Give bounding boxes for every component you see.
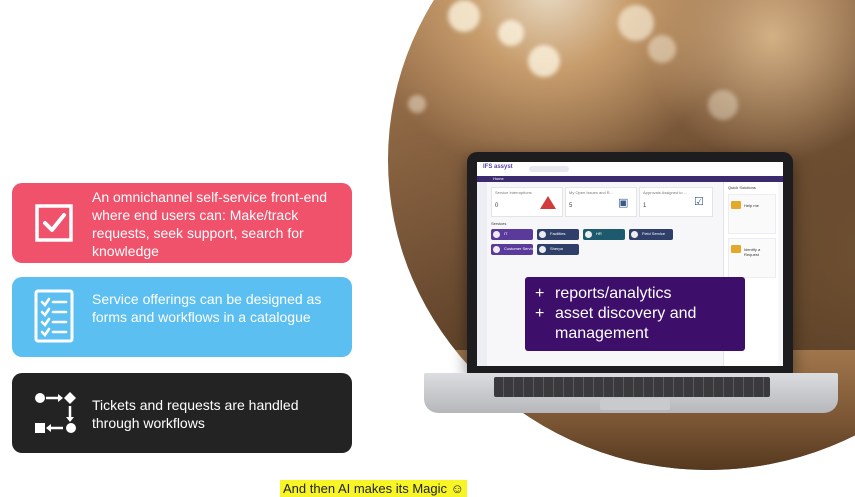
app-tile-facilities[interactable]: Facilities: [537, 229, 579, 240]
app-search-input[interactable]: [529, 166, 569, 172]
checklist-icon: [34, 289, 74, 347]
addon-item: + reports/analytics: [535, 284, 735, 304]
app-tile-customer-service[interactable]: Customer Service: [491, 244, 536, 255]
checkbox-icon: [34, 203, 74, 247]
app-card-approvals[interactable]: Approvals Assigned to ... 1 ☑: [639, 187, 713, 217]
app-card-value: 1: [643, 203, 647, 209]
feature-card-catalogue: Service offerings can be designed as for…: [12, 277, 352, 357]
addon-continuation: management: [555, 325, 649, 342]
addons-box: + reports/analytics + asset discovery an…: [525, 277, 745, 351]
app-tile-it[interactable]: IT: [491, 229, 533, 240]
briefcase-icon: ▣: [618, 197, 629, 209]
addon-item: + asset discovery and: [535, 304, 735, 324]
app-quick-item[interactable]: Help me: [728, 194, 776, 234]
app-section-label: Services: [491, 221, 507, 226]
addon-label: asset discovery and: [555, 305, 697, 322]
feature-text: Service offerings can be designed as for…: [92, 291, 322, 325]
clipboard-icon: ☑: [694, 196, 704, 208]
app-card-label: My Open Issues and R...: [569, 190, 614, 195]
app-card-open-issues[interactable]: My Open Issues and R... 5 ▣: [565, 187, 637, 217]
plus-icon: +: [535, 285, 545, 302]
app-card-value: 0: [495, 203, 499, 209]
addon-label: reports/analytics: [555, 285, 672, 302]
slide: IFS assyst Home Service Interruptions 0 …: [0, 0, 855, 497]
warning-icon: [540, 196, 556, 209]
feature-card-self-service: An omnichannel self-service front-end wh…: [12, 183, 352, 263]
app-topbar: IFS assyst: [477, 162, 783, 177]
app-card-label: Service Interruptions: [495, 190, 532, 195]
feature-text: An omnichannel self-service front-end wh…: [92, 189, 328, 259]
laptop-keyboard: [494, 377, 770, 397]
app-brand: IFS assyst: [483, 164, 513, 170]
feature-text: Tickets and requests are handled through…: [92, 397, 299, 431]
app-nav-home[interactable]: Home: [493, 176, 504, 182]
app-quick-item[interactable]: Identify a Request: [728, 238, 776, 278]
app-tile-sherpa[interactable]: Sherpa: [537, 244, 579, 255]
folder-icon: [731, 201, 741, 209]
app-card-label: Approvals Assigned to ...: [643, 190, 688, 195]
app-card-service-interruptions[interactable]: Service Interruptions 0: [491, 187, 563, 217]
laptop-trackpad: [600, 399, 670, 410]
app-card-value: 5: [569, 203, 573, 209]
app-tile-hr[interactable]: HR: [583, 229, 625, 240]
plus-icon: +: [535, 305, 545, 322]
feature-card-workflows: Tickets and requests are handled through…: [12, 373, 352, 453]
document-icon: [731, 245, 741, 253]
workflow-icon: [34, 391, 78, 439]
app-quick-title: Quick Solutions: [728, 185, 756, 190]
caption: And then AI makes its Magic ☺: [280, 480, 467, 497]
app-tile-field-service[interactable]: Field Service: [629, 229, 673, 240]
app-sidebar: [477, 182, 487, 366]
